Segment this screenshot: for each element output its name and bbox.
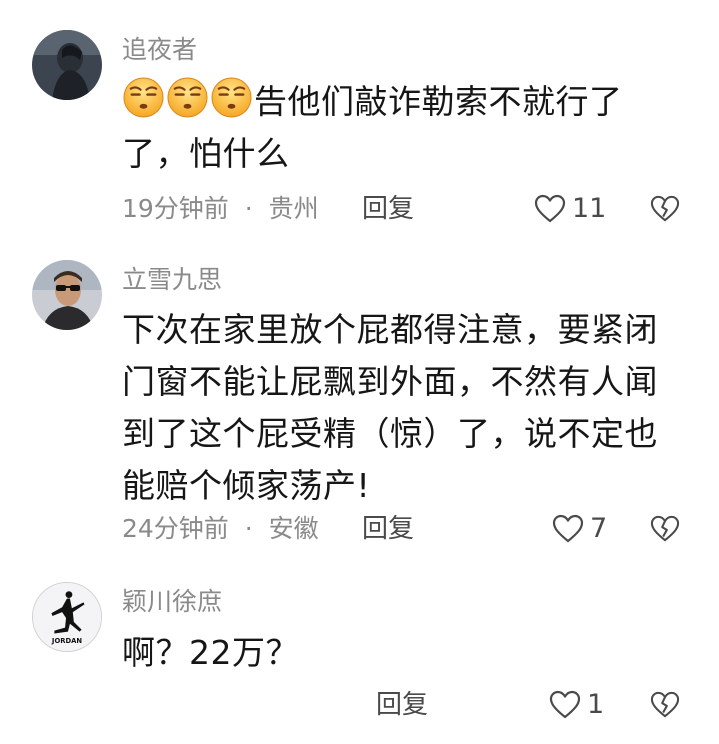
location: 贵州 [268, 194, 319, 223]
like-button[interactable]: 11 [534, 194, 606, 224]
avatar-image [32, 30, 102, 100]
comment-text: 告他们敲诈勒索不就行了 了，怕什么 [122, 76, 692, 180]
comment-text: 啊？22万？ [122, 627, 692, 679]
comment-line: 告他们敲诈勒索不就行了 [122, 76, 692, 128]
comment-meta: 19分钟前 · 贵州 [122, 194, 319, 224]
reply-button[interactable]: 回复 [362, 514, 414, 544]
broken-heart-icon [650, 515, 680, 542]
like-count: 11 [572, 193, 607, 224]
like-count: 1 [587, 689, 605, 720]
comment-line: 啊？22万？ [122, 633, 299, 672]
meta-separator: · [244, 514, 253, 543]
comment-item: 立雪九思 下次在家里放个屁都得注意，要紧闭 门窗不能让屁飘到外面，不然有人闻 到… [0, 240, 719, 565]
heart-outline-icon [534, 194, 566, 223]
smirk-emoji-icon [210, 76, 253, 119]
smirk-emoji-icon [122, 76, 165, 119]
dislike-button[interactable] [650, 195, 680, 227]
smirk-emoji-icon [166, 76, 209, 119]
like-button[interactable]: 1 [549, 690, 604, 720]
reply-button[interactable]: 回复 [362, 194, 414, 224]
broken-heart-icon [650, 195, 680, 222]
username[interactable]: 立雪九思 [122, 265, 222, 295]
like-count: 7 [590, 513, 608, 544]
timestamp: 24分钟前 [122, 514, 229, 543]
username[interactable]: 颖川徐庶 [122, 587, 222, 617]
username[interactable]: 追夜者 [122, 35, 197, 65]
avatar[interactable]: JORDAN [32, 582, 102, 652]
comment-line: 到了这个屁受精（惊）了，说不定也 [122, 414, 658, 453]
heart-outline-icon [549, 690, 581, 719]
avatar-image [32, 260, 102, 330]
comment-line: 了，怕什么 [122, 134, 290, 173]
avatar[interactable] [32, 30, 102, 100]
meta-separator: · [244, 194, 253, 223]
comment-line: 能赔个倾家荡产! [122, 466, 371, 505]
location: 安徽 [268, 514, 319, 543]
reply-button[interactable]: 回复 [376, 690, 428, 720]
comment-meta: 24分钟前 · 安徽 [122, 514, 319, 544]
timestamp: 19分钟前 [122, 194, 229, 223]
comment-line-text: 告他们敲诈勒索不就行了 [254, 82, 623, 121]
jumpman-logo-icon: JORDAN [33, 583, 101, 651]
avatar-text: JORDAN [51, 637, 82, 645]
comment-item: JORDAN 颖川徐庶 啊？22万？ 回复 1 [0, 565, 719, 744]
avatar[interactable] [32, 260, 102, 330]
comment-item: 追夜者 告他们敲诈勒索不就行了 了，怕什么 19分钟前 · 贵州 回复 11 [0, 0, 719, 240]
heart-outline-icon [552, 514, 584, 543]
dislike-button[interactable] [650, 691, 680, 723]
like-button[interactable]: 7 [552, 514, 607, 544]
comment-line: 下次在家里放个屁都得注意，要紧闭 [122, 310, 658, 349]
dislike-button[interactable] [650, 515, 680, 547]
comment-text: 下次在家里放个屁都得注意，要紧闭 门窗不能让屁飘到外面，不然有人闻 到了这个屁受… [122, 304, 692, 512]
comment-line: 门窗不能让屁飘到外面，不然有人闻 [122, 362, 658, 401]
broken-heart-icon [650, 691, 680, 718]
